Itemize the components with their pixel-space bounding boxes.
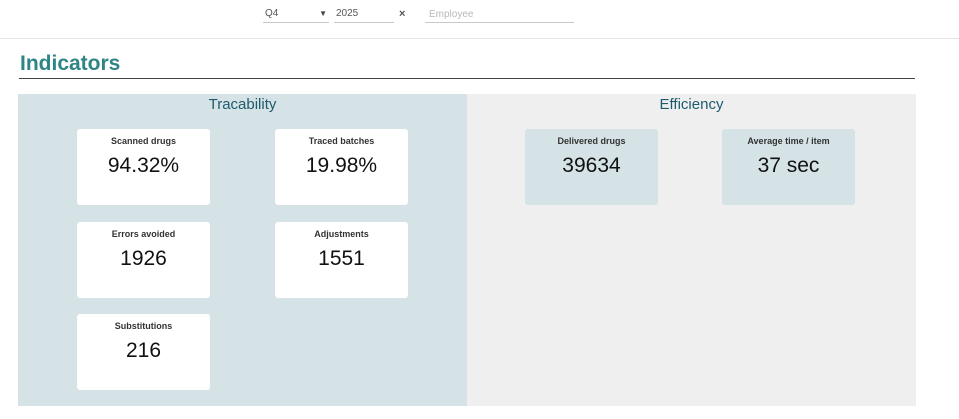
card-value: 37 sec — [757, 154, 820, 177]
card-value: 39634 — [562, 154, 621, 177]
card-value: 94.32% — [107, 154, 180, 177]
year-select[interactable]: 2025 — [334, 6, 394, 23]
card-label: Adjustments — [314, 229, 369, 239]
title-divider — [19, 78, 915, 79]
substitutions-card: Substitutions 216 — [77, 314, 210, 390]
card-value: 1551 — [318, 247, 365, 270]
card-label: Average time / item — [747, 136, 830, 146]
efficiency-panel: Efficiency Delivered drugs 39634 Average… — [467, 94, 916, 406]
page-title: Indicators — [20, 52, 121, 75]
card-value: 1926 — [120, 247, 167, 270]
chevron-down-icon: ▼ — [319, 9, 327, 18]
card-label: Delivered drugs — [557, 136, 626, 146]
errors-avoided-card: Errors avoided 1926 — [77, 222, 210, 298]
card-label: Traced batches — [308, 136, 375, 146]
efficiency-title: Efficiency — [659, 96, 724, 113]
delivered-drugs-card: Delivered drugs 39634 — [525, 129, 658, 205]
year-value: 2025 — [336, 8, 359, 19]
card-value: 19.98% — [305, 154, 378, 177]
employee-input[interactable] — [425, 6, 574, 23]
clear-icon[interactable]: × — [399, 6, 405, 22]
card-label: Errors avoided — [111, 229, 176, 239]
filter-bar: Q4 ▼ 2025 × — [0, 0, 959, 39]
card-label: Scanned drugs — [110, 136, 176, 146]
scanned-drugs-card: Scanned drugs 94.32% — [77, 129, 210, 205]
traceability-title: Tracability — [208, 96, 277, 113]
card-label: Substitutions — [114, 321, 173, 331]
average-time-card: Average time / item 37 sec — [722, 129, 855, 205]
adjustments-card: Adjustments 1551 — [275, 222, 408, 298]
quarter-value: Q4 — [265, 8, 279, 19]
traceability-panel: Tracability Scanned drugs 94.32% Traced … — [18, 94, 467, 406]
traced-batches-card: Traced batches 19.98% — [275, 129, 408, 205]
card-value: 216 — [125, 339, 162, 362]
quarter-select[interactable]: Q4 ▼ — [263, 6, 329, 23]
